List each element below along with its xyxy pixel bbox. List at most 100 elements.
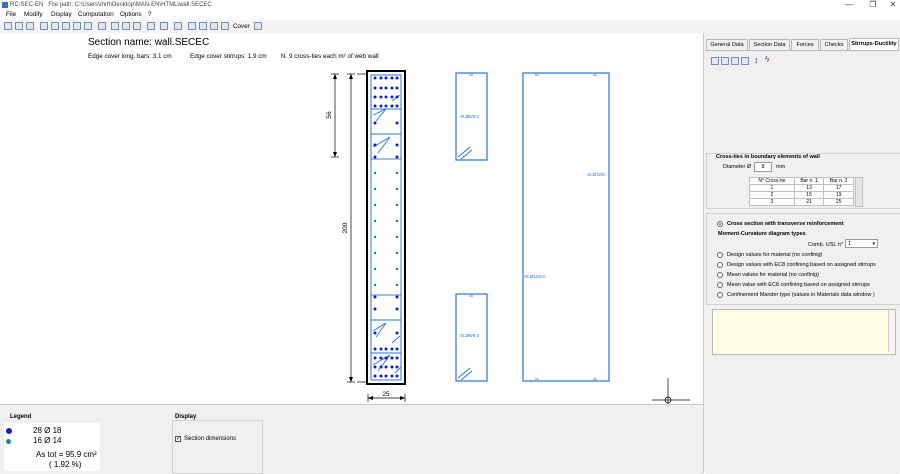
bar-18 [373, 365, 377, 369]
section-icon[interactable] [111, 22, 119, 30]
menu-file[interactable]: File [6, 10, 16, 20]
restore-button[interactable]: ❐ [866, 0, 880, 10]
menu-display[interactable]: Display [51, 10, 72, 20]
edit-icon[interactable] [98, 22, 106, 30]
bar-14 [395, 171, 399, 175]
save-icon[interactable] [26, 22, 34, 30]
bar-18 [395, 347, 399, 351]
view-icon[interactable] [210, 22, 218, 30]
bar-18 [379, 356, 383, 360]
zoom-out-icon[interactable] [62, 22, 70, 30]
legend-row-1: 28 Ø 18 [33, 426, 62, 435]
move-up-down-icon[interactable]: ↕ [754, 55, 759, 65]
bar-18 [395, 295, 399, 299]
table-row[interactable]: 3 21 25 [749, 198, 854, 206]
bar-18 [384, 76, 388, 80]
tab-forces[interactable]: Forces [791, 39, 819, 50]
option-radio-3[interactable] [717, 272, 723, 278]
table-cell[interactable]: 3 [749, 198, 795, 206]
zoom-window-icon[interactable] [73, 22, 81, 30]
report-icon[interactable] [188, 22, 196, 30]
menu-help[interactable]: ? [148, 10, 152, 20]
notes-area[interactable] [712, 309, 896, 355]
dim-25: 25 [382, 391, 390, 398]
legend-row-2: 16 Ø 14 [33, 436, 62, 445]
ductility-icon[interactable] [254, 22, 262, 30]
large-bar-swatch [6, 428, 12, 434]
grid-icon[interactable] [174, 22, 182, 30]
small-bar-swatch [6, 439, 11, 444]
tab-bar: General Data Section Data Forces Checks … [704, 38, 900, 50]
print-icon[interactable] [147, 22, 155, 30]
table-row[interactable]: 1 13 17 [749, 184, 854, 192]
bar-18 [395, 307, 399, 311]
drawing-canvas[interactable]: Section name: wall.SECEC Edge cover long… [0, 33, 703, 404]
bar-18 [384, 374, 388, 378]
option-radio-2[interactable] [717, 262, 723, 268]
bar-14 [395, 219, 399, 223]
menu-options[interactable]: Options [120, 10, 142, 20]
zoom-in-icon[interactable] [51, 22, 59, 30]
diameter-input[interactable]: 8 [754, 162, 772, 172]
menu-computation[interactable]: Computation [78, 10, 114, 20]
option-radio-1[interactable] [717, 252, 723, 258]
bar-18 [390, 365, 394, 369]
cross-section-option: Cross section with transverse reinforcem… [727, 221, 844, 227]
option-label: Mean value with EC8 confining based on a… [727, 282, 870, 288]
toolbar: Cover [0, 20, 900, 34]
bar-14 [373, 251, 377, 255]
bar-18 [379, 76, 383, 80]
bar-14 [395, 267, 399, 271]
new-file-icon[interactable] [4, 22, 12, 30]
copy-icon[interactable] [40, 22, 48, 30]
bar-14 [373, 187, 377, 191]
cross-section-radio[interactable] [717, 221, 723, 227]
compute-icon[interactable]: ϟ [765, 55, 769, 64]
cover-button[interactable]: Cover [233, 20, 250, 33]
tab-checks[interactable]: Checks [820, 39, 848, 50]
document-icon[interactable] [199, 22, 207, 30]
table-cell[interactable]: 25 [823, 198, 854, 206]
print-icon[interactable] [711, 57, 719, 65]
notes-scrollbar[interactable] [888, 310, 894, 352]
section-dimensions-checkbox[interactable]: ✓ [175, 436, 181, 442]
bar-18 [390, 95, 394, 99]
crossties-table[interactable]: N° Cross-tie Bar n. 1 Bar n. 2 1 13 17 2… [749, 177, 854, 206]
table-cell[interactable]: 2 [749, 191, 795, 199]
close-button[interactable]: ✕ [886, 0, 900, 10]
table-icon[interactable] [741, 57, 749, 65]
table-cell[interactable]: 21 [793, 198, 825, 206]
bar-14 [373, 171, 377, 175]
table-cell[interactable]: 17 [823, 184, 854, 192]
option-radio-4[interactable] [717, 282, 723, 288]
copy-icon[interactable] [721, 57, 729, 65]
bars-icon[interactable] [122, 22, 130, 30]
table-icon[interactable] [160, 22, 168, 30]
tab-general-data[interactable]: General Data [706, 39, 748, 50]
option-radio-5[interactable] [717, 292, 723, 298]
option-label: Design values with EC8 confining based o… [727, 262, 876, 268]
comb-select[interactable]: 1 ▾ [845, 239, 878, 248]
pan-icon[interactable] [84, 22, 92, 30]
menu-modify[interactable]: Modify [24, 10, 43, 20]
open-file-icon[interactable] [15, 22, 23, 30]
paste-icon[interactable] [731, 57, 739, 65]
bar-18 [395, 155, 399, 159]
stirrups-icon[interactable] [133, 22, 141, 30]
table-cell[interactable]: 13 [793, 184, 825, 192]
tab-section-data[interactable]: Section Data [749, 39, 790, 50]
minimize-button[interactable]: — [842, 0, 856, 10]
table-cell[interactable]: 1 [749, 184, 795, 192]
tab-stirrups-ductility[interactable]: Stirrups-Ductility [849, 38, 899, 50]
cover-icon[interactable] [221, 22, 229, 30]
bar-18 [395, 356, 399, 360]
table-scrollbar[interactable] [855, 177, 863, 207]
table-header-row: N° Cross-tie Bar n. 1 Bar n. 2 [749, 177, 854, 185]
table-cell[interactable]: 19 [823, 191, 854, 199]
table-cell[interactable]: 15 [793, 191, 825, 199]
bar-18 [379, 374, 383, 378]
diameter-label: Diameter Ø [723, 164, 752, 170]
bar-18 [395, 143, 399, 147]
bar-18 [373, 356, 377, 360]
table-row[interactable]: 2 15 19 [749, 191, 854, 199]
